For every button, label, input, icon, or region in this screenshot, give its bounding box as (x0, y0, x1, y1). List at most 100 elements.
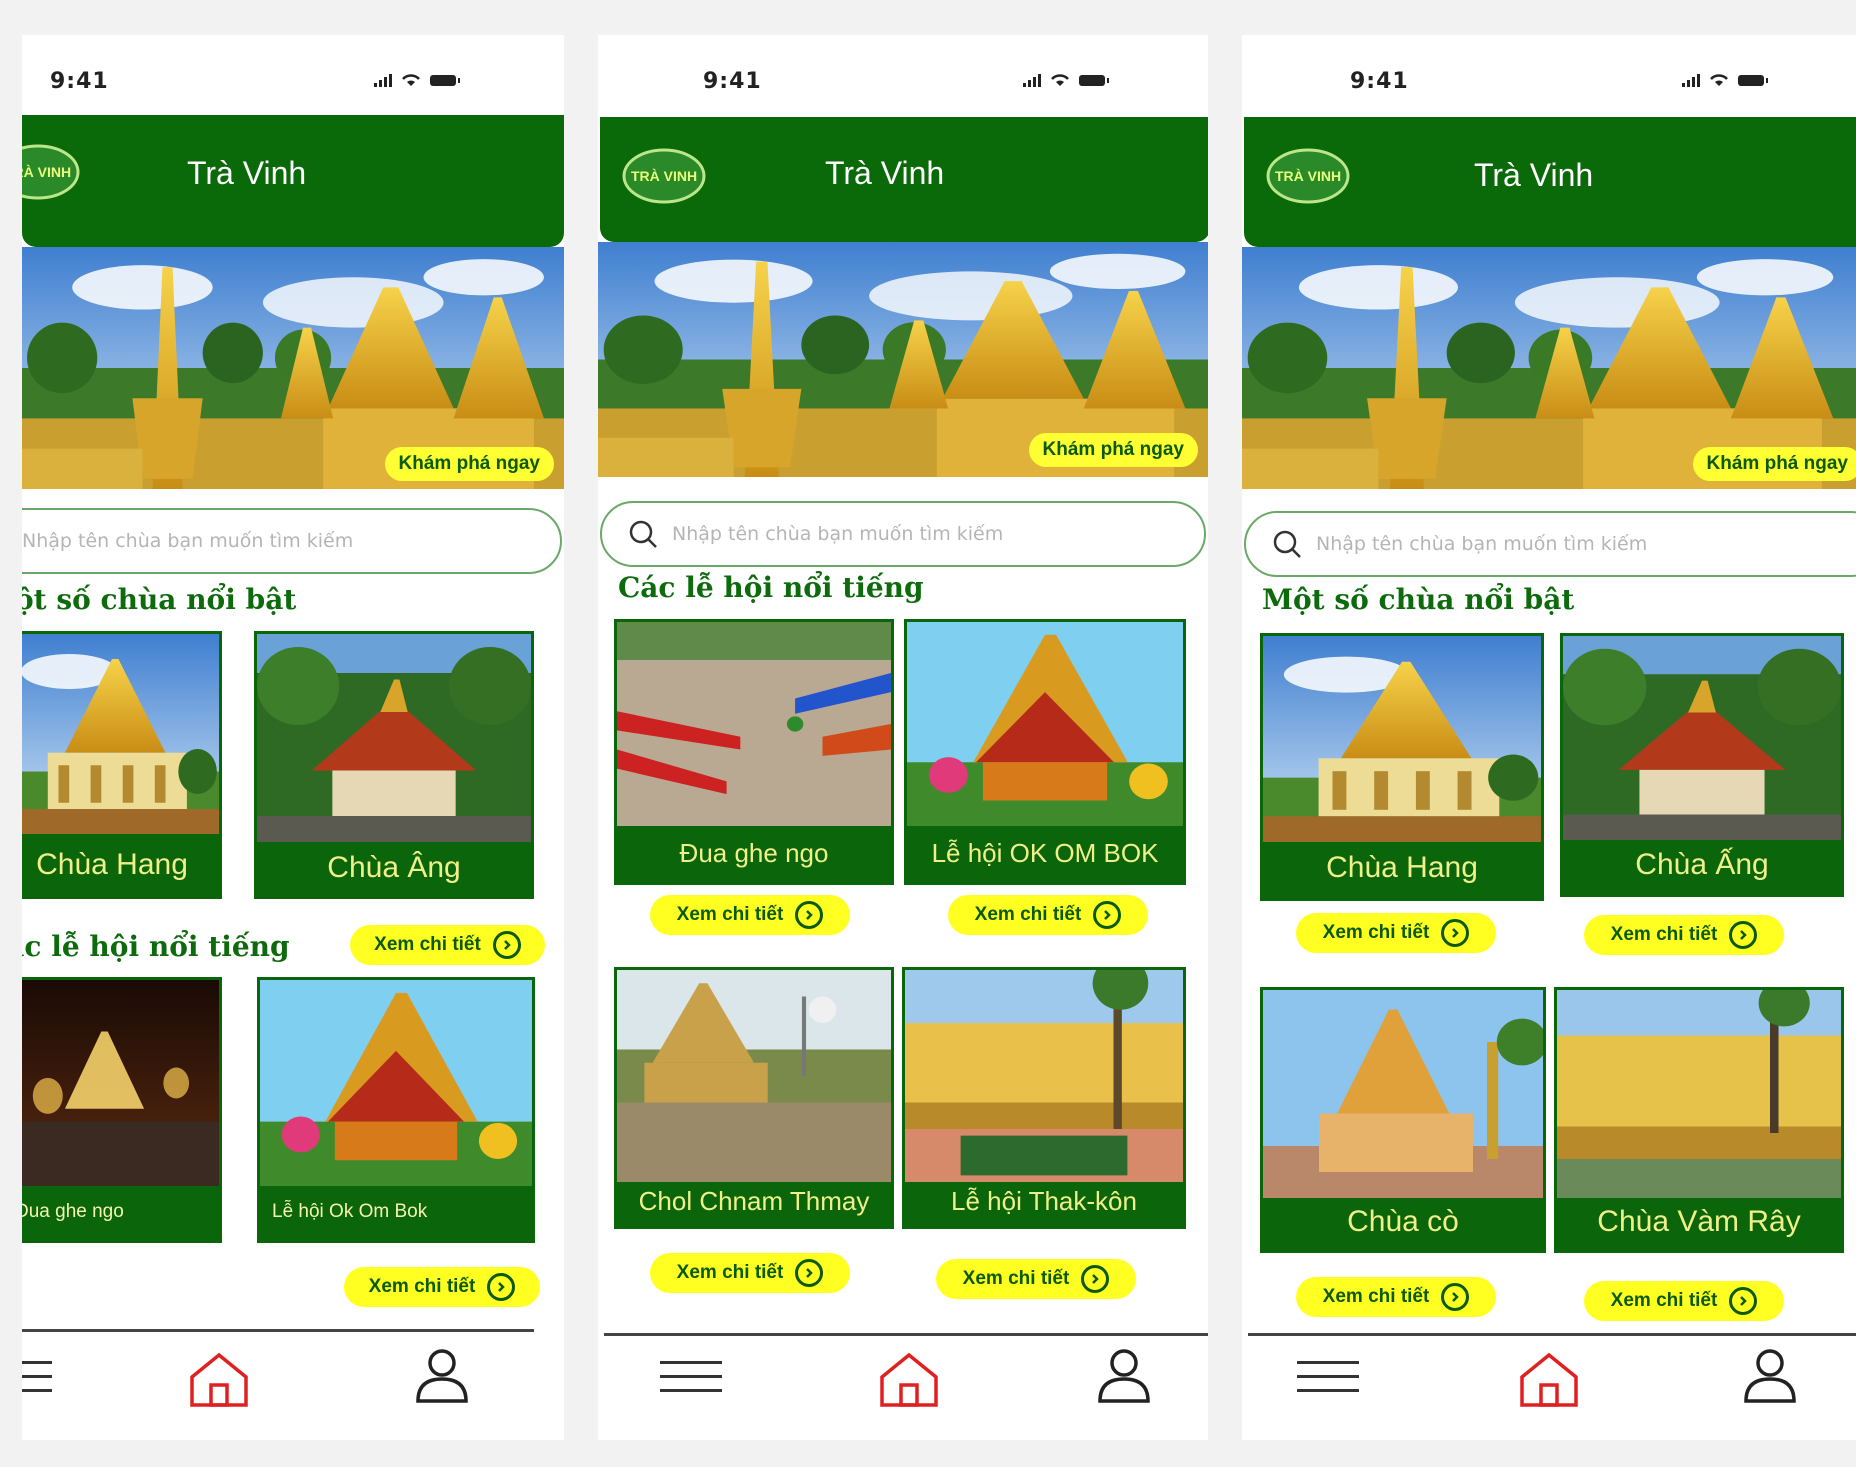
app-header: TRÀ VINH Trà Vinh (1244, 117, 1856, 247)
view-detail-label: Xem chi tiết (974, 904, 1082, 925)
view-detail-label: Xem chi tiết (1322, 1286, 1430, 1307)
view-detail-button[interactable]: Xem chi tiết (936, 1259, 1136, 1299)
wifi-icon (1708, 73, 1730, 87)
chevron-right-icon (492, 931, 521, 959)
festival-card[interactable]: Đua ghe ngo (22, 977, 222, 1243)
svg-text:TRÀ VINH: TRÀ VINH (22, 164, 71, 180)
temple-card-label: Chùa Âng (327, 851, 461, 884)
logo-icon: TRÀ VINH (22, 144, 80, 200)
temple-card-label: Chùa cò (1347, 1205, 1459, 1238)
status-bar: 9:41 (22, 35, 564, 125)
view-detail-label: Xem chi tiết (1610, 924, 1718, 945)
explore-now-button[interactable]: Khám phá ngay (384, 447, 554, 481)
svg-text:TRÀ VINH: TRÀ VINH (631, 168, 697, 184)
view-detail-button[interactable]: Xem chi tiết (1584, 915, 1784, 955)
explore-now-button[interactable]: Khám phá ngay (1692, 447, 1856, 481)
view-detail-button[interactable]: Xem chi tiết (1584, 1281, 1784, 1321)
menu-icon[interactable] (1297, 1357, 1359, 1401)
chevron-right-icon (1729, 921, 1758, 949)
festival-card[interactable]: Lễ hội OK OM BOK (904, 619, 1186, 885)
festival-photo (617, 970, 891, 1182)
view-detail-button[interactable]: Xem chi tiết (650, 895, 850, 935)
festival-card-label: Đua ghe ngo (22, 1201, 124, 1222)
view-detail-label: Xem chi tiết (374, 934, 481, 955)
chevron-right-icon (1093, 901, 1122, 929)
wifi-icon (400, 73, 422, 87)
festival-card-label: Lễ hội OK OM BOK (931, 838, 1159, 868)
view-detail-button[interactable]: Xem chi tiết (350, 925, 545, 965)
temple-card-label: Chùa Vàm Rây (1597, 1205, 1801, 1238)
battery-icon (1738, 74, 1768, 86)
temple-card[interactable]: Chùa Âng (254, 631, 534, 899)
view-detail-label: Xem chi tiết (676, 1262, 784, 1283)
status-time: 9:41 (703, 69, 762, 94)
status-icons (374, 73, 460, 87)
battery-icon (1079, 74, 1109, 86)
temple-card-label: Chùa Hang (36, 848, 188, 881)
festival-card-label: Lễ hội Ok Om Bok (272, 1201, 428, 1222)
signal-icon (374, 73, 392, 87)
header-title: Trà Vinh (187, 155, 307, 191)
view-detail-button[interactable]: Xem chi tiết (344, 1267, 540, 1307)
search-icon (1273, 530, 1301, 558)
chevron-right-icon (795, 1259, 824, 1287)
app-header: TRÀ VINH Trà Vinh (600, 117, 1208, 242)
search-placeholder: Nhập tên chùa bạn muốn tìm kiếm (22, 530, 354, 552)
user-icon[interactable] (414, 1347, 470, 1409)
search-placeholder: Nhập tên chùa bạn muốn tìm kiếm (672, 523, 1004, 545)
temple-card-label: Chùa Ấng (1635, 848, 1769, 881)
status-time: 9:41 (1350, 69, 1409, 94)
temple-card[interactable]: Chùa cò (1260, 987, 1546, 1253)
view-detail-button[interactable]: Xem chi tiết (1296, 913, 1496, 953)
user-icon[interactable] (1096, 1347, 1152, 1409)
festival-card[interactable]: Chol Chnam Thmay (614, 967, 894, 1229)
home-icon[interactable] (188, 1351, 250, 1413)
temple-photo (1263, 990, 1543, 1198)
header-title: Trà Vinh (825, 155, 945, 191)
chevron-right-icon (1441, 1283, 1470, 1311)
search-input[interactable]: Nhập tên chùa bạn muốn tìm kiếm (1244, 511, 1856, 577)
status-bar: 9:41 (598, 35, 1208, 125)
festival-card[interactable]: Lễ hội Ok Om Bok (257, 977, 535, 1243)
bottom-nav (1242, 1333, 1856, 1440)
logo-icon: TRÀ VINH (1266, 148, 1350, 204)
view-detail-button[interactable]: Xem chi tiết (1296, 1277, 1496, 1317)
festival-card-label: Lễ hội Thak-kôn (951, 1186, 1137, 1216)
signal-icon (1682, 73, 1700, 87)
festival-card[interactable]: Đua ghe ngo (614, 619, 894, 885)
hero-banner: Khám phá ngay (598, 242, 1208, 477)
chevron-right-icon (1081, 1265, 1110, 1293)
festival-card[interactable]: Lễ hội Thak-kôn (902, 967, 1186, 1229)
temple-card[interactable]: Chùa Hang (22, 631, 222, 899)
status-icons (1023, 73, 1109, 87)
user-icon[interactable] (1742, 1347, 1798, 1409)
chevron-right-icon (795, 901, 824, 929)
festival-photo (22, 980, 219, 1186)
search-input[interactable]: Nhập tên chùa bạn muốn tìm kiếm (600, 501, 1206, 567)
temple-photo (1263, 636, 1541, 842)
view-detail-button[interactable]: Xem chi tiết (650, 1253, 850, 1293)
view-detail-label: Xem chi tiết (676, 904, 784, 925)
phone-screen-home-left: 9:41 TRÀ VINH Trà Vinh Khám phá ngay Nhậ… (22, 35, 564, 1440)
hero-banner: Khám phá ngay (1242, 247, 1856, 489)
search-icon (629, 520, 657, 548)
temple-card[interactable]: Chùa Vàm Rây (1554, 987, 1844, 1253)
temple-card[interactable]: Chùa Ấng (1560, 633, 1844, 897)
menu-icon[interactable] (22, 1357, 52, 1401)
section-title-featured-temples: Một số chùa nổi bật (22, 583, 297, 616)
view-detail-label: Xem chi tiết (962, 1268, 1070, 1289)
app-header: TRÀ VINH Trà Vinh (22, 115, 564, 247)
chevron-right-icon (1729, 1287, 1758, 1315)
temple-card[interactable]: Chùa Hang (1260, 633, 1544, 901)
home-icon[interactable] (878, 1351, 940, 1413)
home-icon[interactable] (1518, 1351, 1580, 1413)
view-detail-button[interactable]: Xem chi tiết (948, 895, 1148, 935)
signal-icon (1023, 73, 1041, 87)
section-title-featured-temples: Một số chùa nổi bật (1262, 583, 1575, 616)
logo-icon: TRÀ VINH (622, 148, 706, 204)
status-bar: 9:41 (1242, 35, 1856, 125)
festival-photo (905, 970, 1183, 1182)
explore-now-button[interactable]: Khám phá ngay (1028, 433, 1198, 467)
menu-icon[interactable] (660, 1357, 722, 1401)
search-input[interactable]: Nhập tên chùa bạn muốn tìm kiếm (22, 508, 562, 574)
